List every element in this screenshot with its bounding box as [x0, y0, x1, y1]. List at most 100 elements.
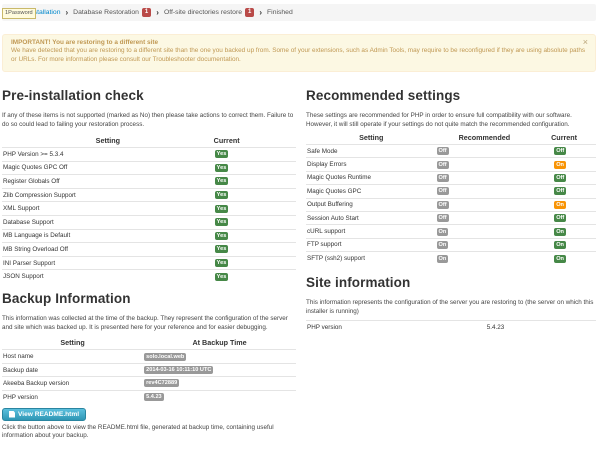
status-badge: Off	[436, 214, 449, 223]
setting-name: Register Globals Off	[2, 174, 214, 189]
status-badge: Off	[554, 147, 567, 156]
crumb-label: Finished	[267, 9, 293, 16]
status-badge: On	[436, 240, 449, 249]
current-cell: Off	[532, 210, 596, 225]
status-badge: Off	[554, 187, 567, 196]
site-title: Site information	[306, 275, 411, 291]
table-row: XML Support Yes	[2, 201, 296, 216]
setting-name: FTP support	[306, 237, 437, 252]
table-row: Host name solo.local.web	[2, 349, 296, 364]
table-row: JSON Support Yes	[2, 269, 296, 284]
status-badge: Off	[554, 214, 567, 223]
crumb-database-restoration[interactable]: Database Restoration 1	[73, 8, 152, 17]
crumb-separator-icon: ›	[259, 8, 263, 17]
value-cell: 5.4.23	[143, 389, 296, 404]
table-row: Display Errors Off On	[306, 157, 596, 172]
setting-name: Backup date	[2, 362, 144, 377]
view-readme-label: View README.html	[18, 410, 80, 418]
setting-name: cURL support	[306, 224, 437, 239]
setting-name: Database Support	[2, 214, 214, 230]
crumb-label: Off-site directories restore	[163, 9, 243, 16]
recommended-description: These settings are recommended for PHP i…	[306, 112, 572, 128]
status-badge: Off	[436, 160, 449, 169]
backup-description: This information was collected at the ti…	[2, 315, 288, 331]
status-badge: Yes	[214, 259, 229, 268]
recommended-cell: Off	[436, 197, 533, 212]
setting-name: MB String Overload Off	[2, 242, 214, 257]
status-badge: On	[554, 240, 566, 249]
table-row: PHP version 5.4.23	[306, 320, 596, 335]
site-description: This information represents the configur…	[306, 299, 594, 315]
status-badge: On	[554, 200, 566, 209]
current-cell: Yes	[213, 174, 296, 189]
current-cell: Off	[532, 143, 596, 158]
col-setting: Setting	[95, 136, 121, 145]
setting-name: Session Auto Start	[306, 210, 437, 225]
setting-name: Akeeba Backup version	[2, 376, 144, 391]
setting-name: Magic Quotes GPC Off	[2, 160, 214, 175]
warning-alert: IMPORTANT! You are restoring to a differ…	[2, 34, 596, 72]
value-cell: rev4C72889	[143, 376, 296, 391]
table-row: INI Parser Support Yes	[2, 255, 296, 270]
crumb-badge: 1	[141, 8, 152, 17]
value-cell: solo.local.web	[143, 349, 296, 364]
current-cell: On	[532, 197, 596, 212]
alert-body: We have detected that you are restoring …	[11, 47, 586, 63]
recommended-cell: On	[436, 251, 533, 266]
table-row: Magic Quotes GPC Off Off	[306, 184, 596, 199]
document-icon	[9, 410, 15, 418]
col-setting: Setting	[359, 133, 384, 142]
setting-name: Magic Quotes GPC	[306, 184, 437, 199]
table-row: FTP support On On	[306, 237, 596, 252]
setting-name: Display Errors	[306, 157, 437, 172]
recommended-cell: Off	[436, 143, 533, 158]
crumb-badge: 1	[245, 8, 255, 17]
recommended-cell: Off	[436, 184, 533, 199]
current-cell: Yes	[213, 201, 296, 216]
table-row: PHP Version >= 5.3.4 Yes	[2, 147, 296, 162]
crumb-separator-icon: ›	[156, 8, 159, 17]
table-row: Session Auto Start Off Off	[306, 210, 596, 225]
right-column: Recommended settings These settings are …	[306, 88, 596, 335]
close-icon[interactable]: ×	[583, 37, 588, 46]
status-badge: Yes	[214, 218, 229, 227]
recommended-cell: On	[436, 237, 533, 252]
col-current: Current	[213, 136, 240, 145]
value-cell: 5.4.23	[485, 320, 596, 335]
status-badge: On	[554, 160, 566, 169]
current-cell: Yes	[213, 187, 296, 202]
value-badge: solo.local.web	[144, 352, 187, 361]
status-badge: On	[554, 227, 566, 236]
setting-name: JSON Support	[2, 269, 214, 284]
recommended-table: Setting Recommended Current Safe Mode Off…	[306, 132, 596, 266]
current-cell: Yes	[213, 269, 296, 284]
setting-name: PHP Version >= 5.3.4	[2, 147, 214, 162]
setting-name: PHP version	[306, 320, 486, 335]
setting-name: SFTP (ssh2) support	[306, 251, 437, 266]
view-readme-button[interactable]: View README.html	[2, 407, 87, 421]
current-cell: Yes	[213, 228, 296, 243]
current-cell: On	[532, 251, 596, 266]
backup-table: Setting At Backup Time Host name solo.loc…	[2, 337, 296, 404]
table-row: Akeeba Backup version rev4C72889	[2, 376, 296, 391]
table-row: Magic Quotes GPC Off Yes	[2, 160, 296, 175]
status-badge: Off	[436, 200, 449, 209]
table-row: Register Globals Off Yes	[2, 174, 296, 189]
current-cell: On	[532, 157, 596, 172]
current-cell: On	[532, 224, 596, 239]
col-backup-time: At Backup Time	[192, 338, 247, 348]
crumb-finished[interactable]: Finished	[267, 9, 293, 16]
setting-name: PHP version	[2, 389, 144, 404]
preinstall-description: If any of these items is not supported (…	[2, 112, 294, 128]
status-badge: On	[436, 227, 449, 236]
status-badge: Yes	[214, 231, 229, 240]
current-cell: Yes	[213, 147, 296, 162]
value-badge: 2014-03-16 10:11:10 UTC	[144, 366, 214, 375]
status-badge: Yes	[214, 245, 229, 254]
recommended-cell: Off	[436, 170, 533, 185]
setting-name: MB Language is Default	[2, 228, 214, 243]
setting-name: Magic Quotes Runtime	[306, 170, 437, 185]
crumb-offsite-directories[interactable]: Off-site directories restore 1	[163, 8, 255, 17]
status-badge: Yes	[214, 163, 229, 172]
password-manager-tag[interactable]: 1Password	[2, 8, 36, 19]
